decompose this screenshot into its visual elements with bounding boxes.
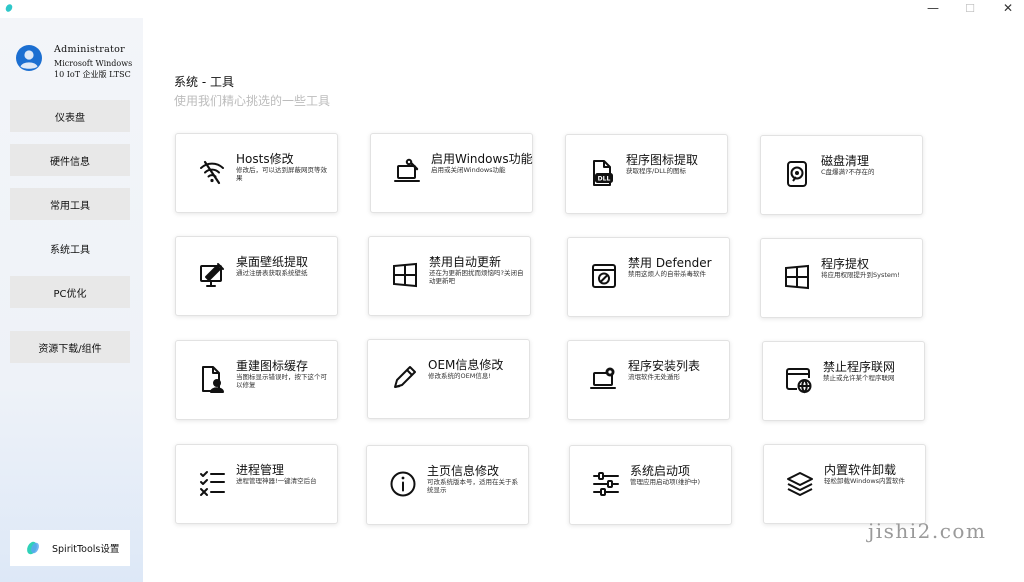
layers-icon — [787, 472, 813, 496]
svg-text:DLL: DLL — [598, 176, 611, 183]
file-user-icon — [202, 366, 224, 393]
card-homepage-info-edit[interactable]: 主页信息修改 可改系统版本号，适用在关于系统显示 — [366, 445, 529, 525]
os-name: Microsoft Windows — [54, 59, 133, 68]
card-rebuild-icon-cache[interactable]: 重建图标缓存 当图标显示错误时，按下这个可以修复 — [175, 340, 338, 420]
globe-window-icon — [786, 368, 812, 394]
blocked-window-icon — [592, 264, 616, 288]
card-process-manager[interactable]: 进程管理 进程管理神器!一键清空后台 — [175, 444, 338, 524]
card-title: 系统启动项 — [630, 464, 691, 478]
card-installed-programs[interactable]: 程序安装列表 流氓软件无处遁形 — [567, 340, 730, 420]
nav-pc-optimize[interactable]: PC优化 — [10, 276, 130, 308]
card-title: 重建图标缓存 — [236, 359, 309, 373]
card-desc: 管理应用启动项(维护中) — [630, 478, 701, 486]
card-title: Hosts修改 — [236, 152, 294, 166]
laptop-tools-icon — [394, 158, 420, 182]
os-edition: 10 IoT 企业版 LTSC — [54, 70, 131, 79]
card-desc: 禁用这烦人的自带杀毒软件 — [628, 270, 706, 278]
minimize-button[interactable]: — — [918, 0, 948, 16]
card-title: 程序提权 — [821, 257, 870, 271]
spirit-gem-icon — [27, 541, 39, 555]
watermark-text: jishi2.com — [868, 519, 987, 543]
sidebar: Administrator Microsoft Windows 10 IoT 企… — [0, 18, 143, 582]
windows-logo-icon — [785, 264, 809, 290]
card-title: 内置软件卸载 — [824, 463, 897, 477]
card-builtin-app-uninstall[interactable]: 内置软件卸载 轻松卸载Windows内置软件 — [763, 444, 926, 524]
card-desc: 修改系统的OEM信息! — [428, 372, 491, 380]
card-title: 磁盘清理 — [821, 154, 870, 168]
card-desc: C盘爆满?不存在的 — [821, 168, 875, 176]
card-desc: 进程管理神器!一键清空后台 — [236, 477, 317, 485]
card-title: 禁止程序联网 — [823, 360, 896, 374]
card-title: 进程管理 — [236, 463, 285, 477]
card-title: 禁用 Defender — [628, 256, 712, 270]
nav-hardware-info[interactable]: 硬件信息 — [10, 144, 130, 176]
nav-system-tools[interactable]: 系统工具 — [10, 232, 130, 264]
dll-file-icon: DLL — [593, 160, 613, 186]
card-title: 启用Windows功能 — [431, 152, 533, 166]
card-desc: 轻松卸载Windows内置软件 — [824, 477, 906, 485]
card-wallpaper-extract[interactable]: 桌面壁纸提取 通过注册表获取系统壁纸 — [175, 236, 338, 316]
card-privilege-escalation[interactable]: 程序提权 将应用权限提升到System! — [760, 238, 923, 318]
pencil-icon — [394, 366, 416, 388]
laptop-gear-icon — [590, 367, 616, 389]
info-circle-icon — [390, 471, 416, 497]
checklist-icon — [200, 471, 225, 496]
card-disk-cleanup[interactable]: 磁盘清理 C盘爆满?不存在的 — [760, 135, 923, 215]
card-title: OEM信息修改 — [428, 358, 504, 372]
wifi-icon — [200, 160, 224, 185]
nav-resource-download[interactable]: 资源下载/组件 — [10, 331, 130, 363]
card-desc: 通过注册表获取系统壁纸 — [236, 269, 308, 277]
card-title: 程序图标提取 — [626, 153, 699, 167]
card-disable-autoupdate[interactable]: 禁用自动更新 还在为更新困扰而烦恼吗?关闭自动更新吧 — [368, 236, 531, 316]
close-button[interactable]: ✕ — [993, 0, 1023, 16]
card-desc: 可改系统版本号，适用在关于系统显示 — [427, 478, 518, 494]
card-windows-features[interactable]: 启用Windows功能 启用或关闭Windows功能 — [370, 133, 533, 213]
card-hosts-edit[interactable]: Hosts修改 修改后，可以达到屏蔽网页等效果 — [175, 133, 338, 213]
maximize-button[interactable]: ☐ — [955, 0, 985, 16]
card-desc: 将应用权限提升到System! — [821, 271, 900, 279]
card-disable-defender[interactable]: 禁用 Defender 禁用这烦人的自带杀毒软件 — [567, 237, 730, 317]
card-desc: 禁止或允许某个程序联网 — [823, 374, 895, 382]
title-bar: — ☐ ✕ — [0, 0, 1024, 18]
card-desc: 流氓软件无处遁形 — [628, 373, 680, 381]
settings-button[interactable]: SpiritTools设置 — [10, 530, 130, 566]
disk-icon — [787, 161, 807, 187]
sliders-icon — [593, 472, 619, 496]
page-subtitle: 使用我们精心挑选的一些工具 — [174, 94, 331, 108]
nav-dashboard[interactable]: 仪表盘 — [10, 100, 130, 132]
user-name: Administrator — [54, 44, 126, 55]
card-desc: 获取程序/DLL的图标 — [626, 167, 686, 175]
avatar-icon — [16, 45, 42, 71]
app-logo-icon — [5, 4, 13, 12]
card-startup-items[interactable]: 系统启动项 管理应用启动项(维护中) — [569, 445, 732, 525]
nav-common-tools[interactable]: 常用工具 — [10, 188, 130, 220]
card-title: 主页信息修改 — [427, 464, 500, 478]
card-desc: 启用或关闭Windows功能 — [431, 166, 506, 174]
card-desc: 还在为更新困扰而烦恼吗?关闭自动更新吧 — [429, 269, 524, 285]
windows-logo-icon — [393, 262, 417, 288]
page-title: 系统 - 工具 — [174, 75, 234, 89]
card-title: 禁用自动更新 — [429, 255, 502, 269]
card-oem-edit[interactable]: OEM信息修改 修改系统的OEM信息! — [367, 339, 530, 419]
card-block-network[interactable]: 禁止程序联网 禁止或允许某个程序联网 — [762, 341, 925, 421]
card-desc: 当图标显示错误时，按下这个可以修复 — [236, 373, 327, 389]
monitor-brush-icon — [200, 263, 224, 287]
card-desc: 修改后，可以达到屏蔽网页等效果 — [236, 166, 327, 182]
card-title: 桌面壁纸提取 — [236, 255, 309, 269]
card-icon-extract[interactable]: DLL 程序图标提取 获取程序/DLL的图标 — [565, 134, 728, 214]
card-title: 程序安装列表 — [628, 359, 701, 373]
settings-label: SpiritTools设置 — [52, 544, 120, 555]
